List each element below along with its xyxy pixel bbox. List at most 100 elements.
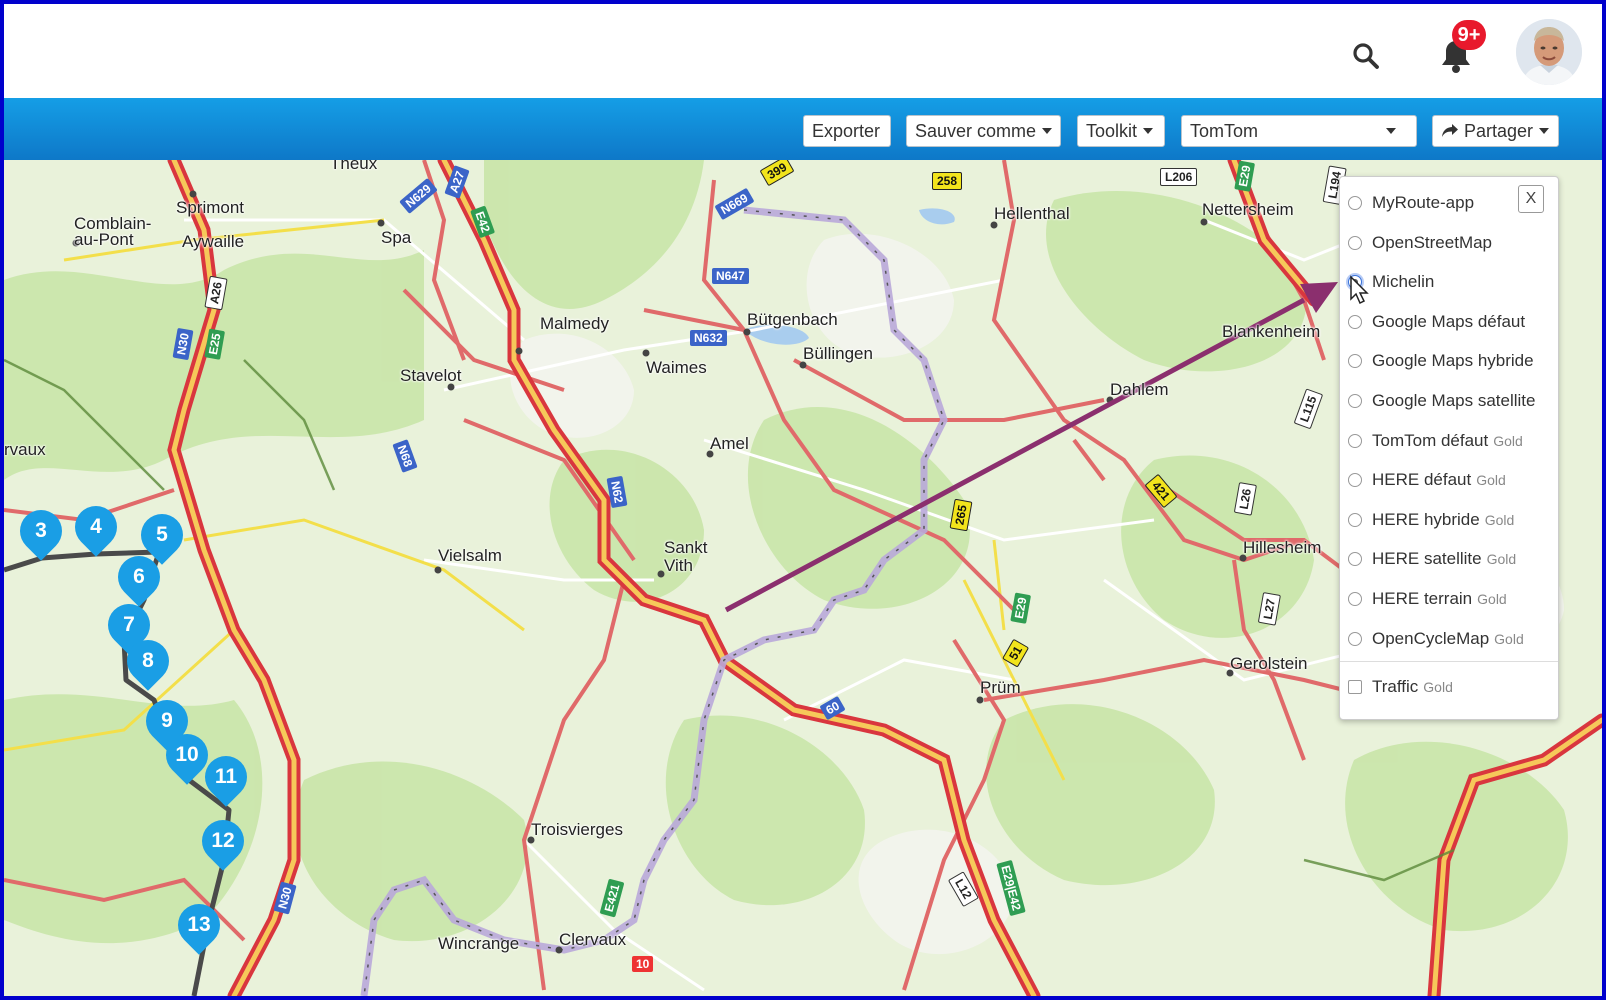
top-header: 9+ xyxy=(4,4,1602,98)
layer-radio[interactable] xyxy=(1348,433,1362,448)
gold-tag: Gold xyxy=(1423,679,1453,695)
share-icon xyxy=(1442,124,1458,137)
layer-option[interactable]: HERE satellite Gold xyxy=(1348,547,1516,571)
traffic-checkbox[interactable] xyxy=(1348,680,1362,694)
map-provider-select[interactable]: TomTom xyxy=(1181,115,1417,147)
layer-radio[interactable] xyxy=(1348,552,1362,567)
menu-divider xyxy=(1340,661,1558,662)
map-place-label: Prüm xyxy=(980,678,1021,697)
layer-option[interactable]: MyRoute-app xyxy=(1348,191,1474,215)
map-place-label: Sprimont xyxy=(176,198,245,217)
map-place-label: Troisvierges xyxy=(531,820,623,839)
route-marker-number: 11 xyxy=(214,765,238,788)
layer-option[interactable]: Google Maps satellite xyxy=(1348,389,1535,413)
route-marker[interactable]: 6 xyxy=(109,547,169,607)
map-place-label: rvaux xyxy=(4,440,46,459)
layer-radio[interactable] xyxy=(1348,631,1362,646)
layer-radio[interactable] xyxy=(1348,394,1362,408)
gold-tag: Gold xyxy=(1486,551,1517,568)
road-shield: N647 xyxy=(712,268,749,284)
caret-down-icon xyxy=(1143,128,1154,134)
map-place-label: Vielsalm xyxy=(438,546,502,565)
layer-radio[interactable] xyxy=(1348,473,1362,488)
layer-option-label: Google Maps satellite xyxy=(1372,391,1536,410)
map-place-label: Hillesheim xyxy=(1243,538,1322,557)
layer-radio[interactable] xyxy=(1348,314,1362,329)
export-label: Exporter xyxy=(812,120,881,141)
layer-option[interactable]: Google Maps hybride xyxy=(1348,349,1534,373)
road-shield: L206 xyxy=(1160,168,1198,186)
layer-option-label: HERE satellite xyxy=(1372,549,1482,569)
layer-radio[interactable] xyxy=(1348,592,1362,606)
map-place-label: Spa xyxy=(381,228,412,247)
route-marker-number: 5 xyxy=(156,523,168,546)
save-as-label: Sauver comme xyxy=(915,120,1037,141)
toolkit-dropdown[interactable]: Toolkit xyxy=(1077,115,1165,147)
route-marker[interactable]: 11 xyxy=(196,747,256,807)
route-marker[interactable]: 8 xyxy=(118,631,178,691)
gold-tag: Gold xyxy=(1476,472,1506,489)
map-place-label: Malmedy xyxy=(540,314,609,333)
export-button[interactable]: Exporter xyxy=(803,115,891,147)
layer-option[interactable]: TomTom défaut Gold xyxy=(1348,429,1523,453)
route-marker-number: 6 xyxy=(133,565,145,588)
layer-option-label: Michelin xyxy=(1372,272,1435,292)
layer-option[interactable]: HERE terrain Gold xyxy=(1348,587,1507,611)
route-marker[interactable]: 4 xyxy=(66,497,126,557)
map-place-label: au-Pont xyxy=(74,230,134,249)
map-place-label: Waimes xyxy=(646,358,707,377)
route-marker-number: 13 xyxy=(187,913,211,936)
route-marker-number: 4 xyxy=(90,515,102,538)
map-toolbar: Exporter Sauver comme Toolkit TomTom Par… xyxy=(4,98,1602,160)
layer-option[interactable]: HERE défaut Gold xyxy=(1348,468,1506,492)
layer-option-label: OpenStreetMap xyxy=(1372,232,1493,252)
layer-option[interactable]: HERE hybride Gold xyxy=(1348,508,1514,532)
road-shield: 10 xyxy=(632,956,654,972)
map-provider-value: TomTom xyxy=(1190,120,1259,141)
layer-option-label: OpenCycleMap xyxy=(1372,628,1490,648)
layer-option-label: HERE défaut xyxy=(1372,470,1472,490)
map-place-label: Clervaux xyxy=(559,930,627,949)
map-place-label: Sankt xyxy=(664,538,708,557)
layer-radio[interactable] xyxy=(1348,235,1362,250)
search-icon[interactable] xyxy=(1348,38,1384,74)
traffic-label: Traffic xyxy=(1372,677,1419,696)
traffic-checkbox-option[interactable]: Traffic Gold xyxy=(1348,675,1453,699)
gold-tag: Gold xyxy=(1477,591,1507,607)
map-place-label: Nettersheim xyxy=(1202,200,1294,219)
layer-radio[interactable] xyxy=(1348,196,1362,210)
share-dropdown[interactable]: Partager xyxy=(1432,115,1559,147)
layer-option[interactable]: OpenCycleMap Gold xyxy=(1348,627,1524,651)
route-marker[interactable]: 3 xyxy=(11,501,71,561)
share-label: Partager xyxy=(1464,120,1534,141)
map-layer-menu: X MyRoute-app OpenStreetMap Michelin Google… xyxy=(1339,176,1559,720)
close-layer-menu-button[interactable]: X xyxy=(1518,185,1544,213)
route-marker[interactable]: 10 xyxy=(157,725,217,785)
route-marker[interactable]: 13 xyxy=(169,895,229,955)
route-marker-number: 12 xyxy=(211,829,235,852)
road-shield: N632 xyxy=(690,330,727,346)
layer-option-label: TomTom défaut xyxy=(1372,430,1489,450)
gold-tag: Gold xyxy=(1494,630,1524,647)
app-window: 9+ Exporter Sauver comme Toolkit TomTom … xyxy=(4,4,1602,996)
save-as-dropdown[interactable]: Sauver comme xyxy=(906,115,1061,147)
layer-radio[interactable] xyxy=(1348,512,1362,527)
layer-radio[interactable] xyxy=(1348,354,1362,369)
map-place-label: Bütgenbach xyxy=(747,310,838,329)
toolkit-label: Toolkit xyxy=(1086,120,1138,141)
route-marker[interactable]: 12 xyxy=(193,811,253,871)
caret-down-icon xyxy=(1386,128,1396,134)
map-place-label: Amel xyxy=(710,434,749,453)
route-marker-number: 3 xyxy=(35,519,47,542)
layer-option[interactable]: OpenStreetMap xyxy=(1348,231,1492,255)
caret-down-icon xyxy=(1042,128,1053,134)
caret-down-icon xyxy=(1539,128,1550,134)
gold-tag: Gold xyxy=(1484,511,1515,528)
map-place-label: Dahlem xyxy=(1110,380,1169,399)
layer-option[interactable]: Google Maps défaut xyxy=(1348,310,1525,334)
map-place-label: Wincrange xyxy=(438,934,520,953)
map-place-label: Gerolstein xyxy=(1230,654,1308,673)
map-place-label: Hellenthal xyxy=(994,204,1070,223)
user-avatar[interactable] xyxy=(1516,19,1582,85)
gold-tag: Gold xyxy=(1493,432,1523,449)
